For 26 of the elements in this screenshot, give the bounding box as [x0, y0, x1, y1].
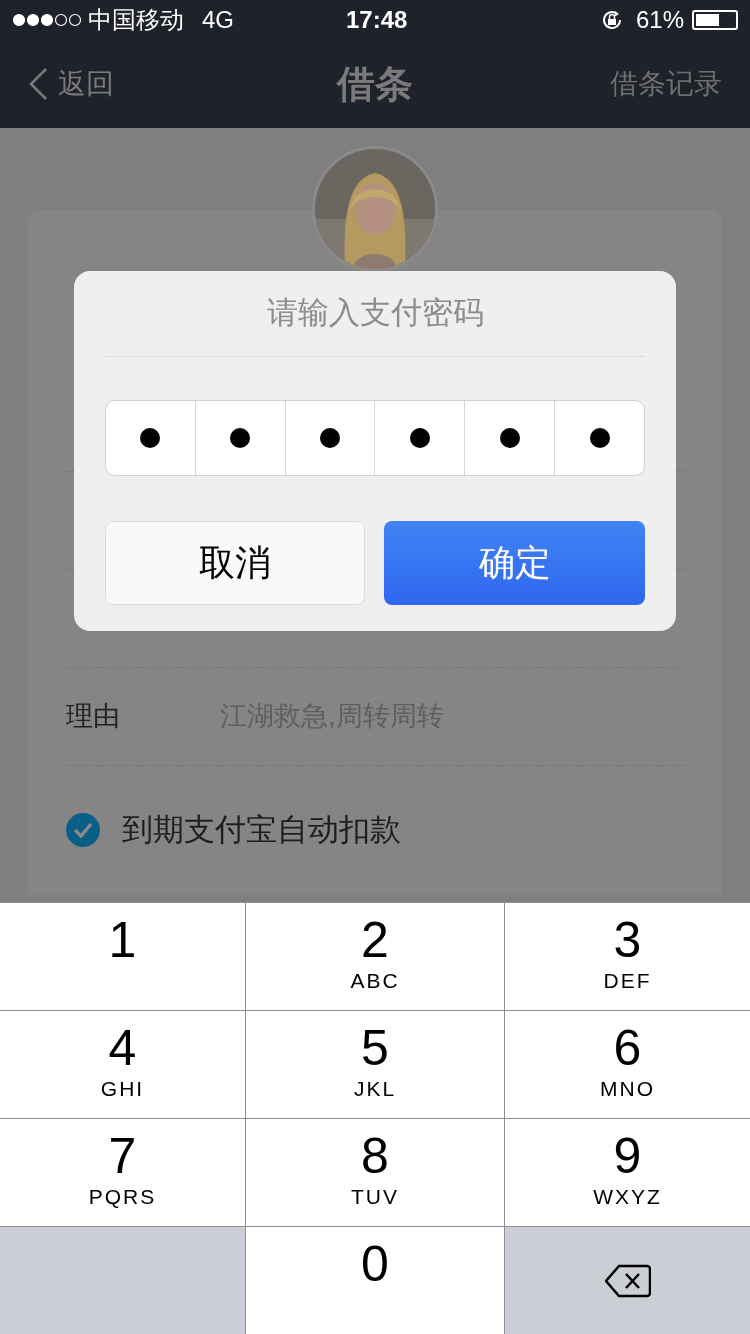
keypad-key[interactable]: 9 WXYZ [504, 1118, 750, 1226]
clock-time: 17:48 [346, 5, 408, 35]
back-button[interactable]: 返回 [28, 63, 114, 105]
autopay-label: 到期支付宝自动扣款 [122, 810, 401, 849]
carrier-label: 中国移动 [88, 5, 184, 35]
keypad-key[interactable]: 2 ABC [245, 902, 504, 1010]
field-label: 理由 [66, 700, 121, 734]
keypad-key[interactable]: 6 MNO [504, 1010, 750, 1118]
keypad-key[interactable]: 3 DEF [504, 902, 750, 1010]
cancel-button[interactable]: 取消 [105, 521, 365, 605]
check-icon [73, 822, 93, 838]
battery-percent: 61% [635, 5, 684, 35]
pin-field[interactable] [105, 400, 645, 476]
confirm-button[interactable]: 确定 [384, 521, 645, 605]
dialog-title: 请输入支付密码 [266, 294, 484, 333]
battery-icon [692, 10, 738, 30]
keypad-key[interactable]: 0 [245, 1226, 504, 1334]
delete-key[interactable] [504, 1226, 750, 1334]
page-title: 借条 [337, 61, 413, 107]
backspace-icon [604, 1263, 651, 1298]
keypad-key[interactable]: 5 JKL [245, 1010, 504, 1118]
checkbox[interactable] [66, 813, 100, 847]
keypad-key[interactable]: 8 TUV [245, 1118, 504, 1226]
signal-icon [12, 13, 82, 27]
network-label: 4G [202, 5, 234, 35]
chevron-left-icon [28, 67, 48, 101]
